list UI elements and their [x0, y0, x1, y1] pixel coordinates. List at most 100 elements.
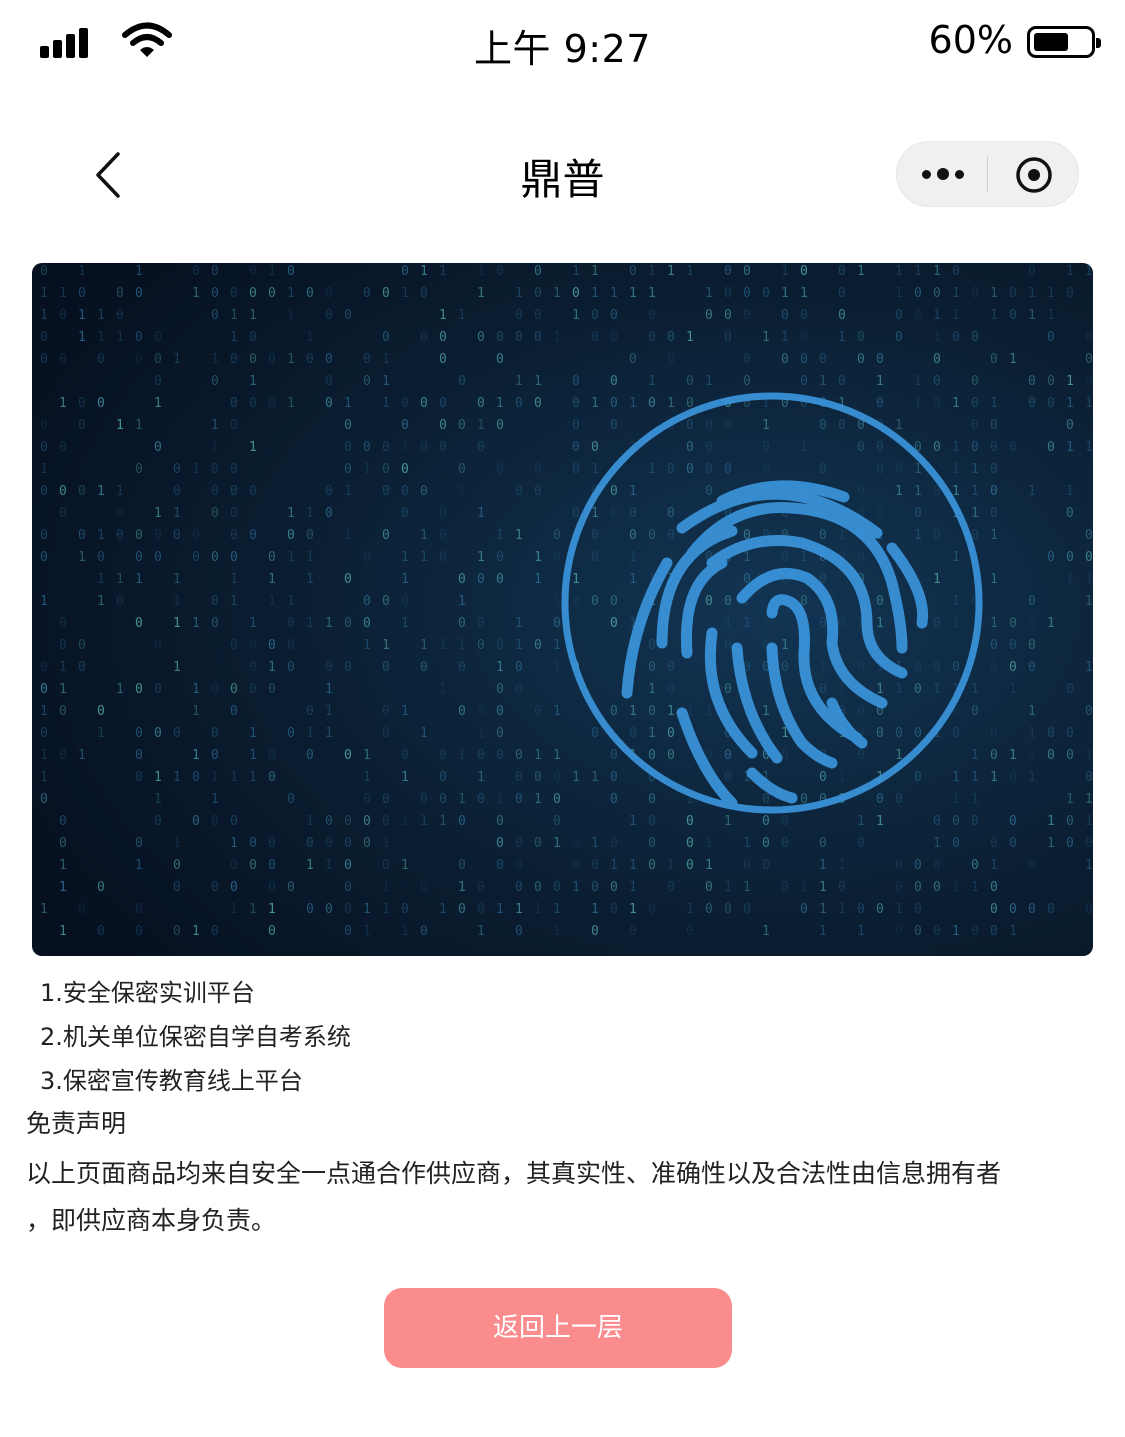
binary-digit: 0 — [686, 440, 694, 455]
binary-digit: 0 — [382, 858, 390, 873]
binary-digit: 1 — [1085, 572, 1093, 587]
close-mini-program-button[interactable] — [989, 142, 1079, 206]
binary-digit: 1 — [572, 308, 580, 323]
binary-digit: 0 — [173, 880, 181, 895]
binary-digit: 1 — [192, 682, 200, 697]
binary-digit: 1 — [344, 396, 352, 411]
binary-digit: 0 — [135, 528, 143, 543]
binary-digit: 0 — [211, 308, 219, 323]
binary-digit: 0 — [743, 352, 751, 367]
more-button[interactable] — [897, 142, 988, 206]
binary-digit: 1 — [990, 770, 998, 785]
binary-digit: 0 — [59, 484, 67, 499]
binary-digit: 1 — [420, 726, 428, 741]
binary-digit: 1 — [667, 704, 675, 719]
binary-digit: 0 — [344, 462, 352, 477]
binary-digit: 1 — [363, 902, 371, 917]
binary-digit: 0 — [325, 286, 333, 301]
binary-digit: 0 — [154, 550, 162, 565]
binary-digit: 0 — [211, 462, 219, 477]
binary-digit: 1 — [477, 286, 485, 301]
binary-digit: 0 — [515, 858, 523, 873]
binary-digit: 1 — [1066, 374, 1074, 389]
binary-digit: 0 — [306, 748, 314, 763]
binary-digit: 0 — [800, 308, 808, 323]
binary-digit: 1 — [135, 858, 143, 873]
binary-digit: 0 — [553, 880, 561, 895]
binary-digit: 0 — [572, 374, 580, 389]
binary-digit: 0 — [97, 396, 105, 411]
binary-digit: 0 — [515, 330, 523, 345]
binary-digit: 0 — [287, 616, 295, 631]
binary-digit: 0 — [40, 484, 48, 499]
binary-digit: 0 — [59, 616, 67, 631]
binary-digit: 1 — [591, 286, 599, 301]
binary-digit: 0 — [591, 858, 599, 873]
binary-digit: 0 — [230, 462, 238, 477]
binary-digit: 1 — [382, 396, 390, 411]
binary-digit: 0 — [78, 418, 86, 433]
back-to-previous-button[interactable]: 返回上一层 — [384, 1288, 732, 1368]
binary-digit: 0 — [116, 528, 124, 543]
binary-digit: 1 — [97, 308, 105, 323]
binary-digit: 0 — [230, 550, 238, 565]
list-item: 1.安全保密实训平台 — [40, 979, 255, 1007]
binary-digit: 0 — [268, 858, 276, 873]
binary-digit: 0 — [686, 462, 694, 477]
binary-digit: 1 — [857, 924, 865, 939]
binary-digit: 0 — [743, 264, 751, 279]
binary-digit: 0 — [477, 748, 485, 763]
binary-digit: 1 — [857, 814, 865, 829]
binary-digit: 0 — [306, 902, 314, 917]
binary-digit: 0 — [553, 528, 561, 543]
binary-digit: 0 — [990, 418, 998, 433]
binary-digit: 1 — [895, 484, 903, 499]
binary-digit: 0 — [344, 880, 352, 895]
binary-digit: 0 — [249, 638, 257, 653]
binary-digit: 0 — [249, 264, 257, 279]
binary-digit: 0 — [933, 528, 941, 543]
binary-digit: 0 — [306, 286, 314, 301]
binary-digit: 1 — [306, 616, 314, 631]
binary-digit: 1 — [1066, 792, 1074, 807]
binary-digit: 0 — [230, 286, 238, 301]
binary-digit: 0 — [895, 308, 903, 323]
binary-digit: 0 — [800, 352, 808, 367]
binary-digit: 1 — [420, 638, 428, 653]
binary-digit: 1 — [1066, 572, 1074, 587]
binary-digit: 0 — [857, 660, 865, 675]
binary-digit: 0 — [439, 352, 447, 367]
binary-digit: 0 — [382, 440, 390, 455]
binary-digit: 0 — [420, 286, 428, 301]
binary-digit: 0 — [933, 660, 941, 675]
binary-digit: 1 — [344, 484, 352, 499]
binary-digit: 1 — [97, 726, 105, 741]
binary-digit: 0 — [838, 264, 846, 279]
binary-digit: 0 — [515, 396, 523, 411]
binary-digit: 1 — [154, 770, 162, 785]
nav-bar: 鼎普 — [0, 100, 1125, 250]
binary-digit: 1 — [534, 792, 542, 807]
binary-digit: 1 — [1066, 440, 1074, 455]
binary-digit: 1 — [629, 572, 637, 587]
binary-digit: 0 — [439, 748, 447, 763]
binary-digit: 0 — [496, 704, 504, 719]
binary-digit: 1 — [743, 880, 751, 895]
binary-digit: 0 — [819, 462, 827, 477]
binary-digit: 0 — [819, 528, 827, 543]
binary-digit: 0 — [705, 418, 713, 433]
disclaimer-line: 以上页面商品均来自安全一点通合作供应商，其真实性、准确性以及合法性由信息拥有者 — [26, 1159, 1002, 1188]
battery-icon — [1027, 26, 1101, 58]
binary-digit: 0 — [1066, 682, 1074, 697]
binary-digit: 0 — [249, 528, 257, 543]
binary-digit: 1 — [230, 330, 238, 345]
binary-digit: 0 — [211, 506, 219, 521]
binary-digit: 0 — [154, 682, 162, 697]
binary-digit: 1 — [40, 704, 48, 719]
binary-digit: 0 — [610, 770, 618, 785]
binary-digit: 0 — [762, 858, 770, 873]
binary-digit: 1 — [496, 902, 504, 917]
binary-digit: 1 — [1066, 264, 1074, 279]
binary-digit: 1 — [971, 770, 979, 785]
binary-digit: 1 — [553, 594, 561, 609]
